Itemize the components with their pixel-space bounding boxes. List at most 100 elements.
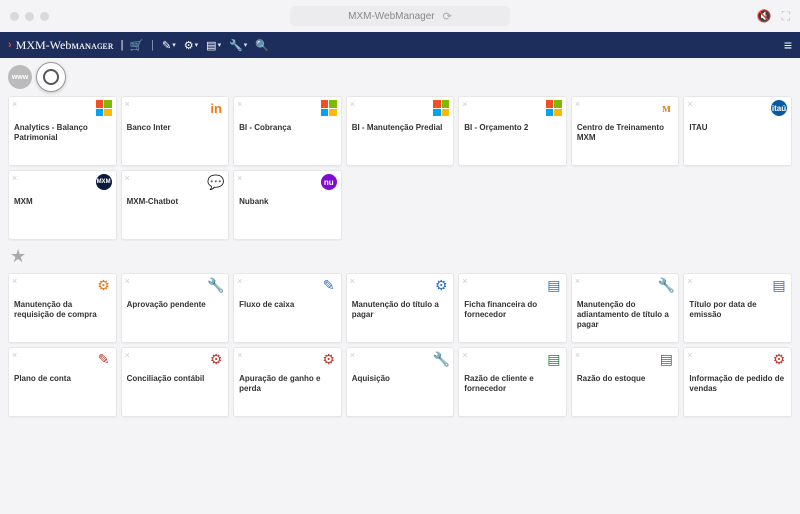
- tile-label: Manutenção do adiantamento de título a p…: [577, 300, 674, 330]
- cart-icon[interactable]: 🛒: [129, 39, 143, 52]
- gear-icon: ⚙: [95, 276, 113, 294]
- tile-row4-6[interactable]: × ⚙ Informação de pedido de vendas: [683, 347, 792, 417]
- tile-label: Razão de cliente e fornecedor: [464, 374, 561, 394]
- tile-label: Centro de Treinamento MXM: [577, 123, 674, 143]
- tile-row1-6[interactable]: ×itaúITAU: [683, 96, 792, 166]
- tile-label: MXM: [14, 197, 111, 207]
- close-icon[interactable]: ×: [125, 350, 130, 360]
- tile-row3-0[interactable]: ×⚙Manutenção da requisição de compra: [8, 273, 117, 343]
- chat-icon: 💬: [207, 173, 225, 191]
- inter-icon: in: [207, 99, 225, 117]
- moodle-icon: ᴍ: [657, 99, 675, 117]
- close-icon[interactable]: ×: [462, 350, 467, 360]
- gear-icon: ⚙: [770, 350, 788, 368]
- close-icon[interactable]: ×: [687, 350, 692, 360]
- tile-label: Aquisição: [352, 374, 449, 384]
- close-icon[interactable]: ×: [12, 173, 17, 183]
- tile-label: Plano de conta: [14, 374, 111, 384]
- pencil-icon: ✎: [95, 350, 113, 368]
- close-icon[interactable]: ×: [125, 99, 130, 109]
- tile-row2-2[interactable]: ×nuNubank: [233, 170, 342, 240]
- close-icon[interactable]: ×: [237, 99, 242, 109]
- tile-row1-1[interactable]: × in Banco Inter: [121, 96, 230, 166]
- close-icon[interactable]: ×: [575, 350, 580, 360]
- document-icon[interactable]: ▤: [206, 39, 221, 52]
- app-navbar: › MXM-Webᴍᴀɴᴀɢᴇʀ | 🛒| ✎ ⚙ ▤ 🔧 🔍 ≡: [0, 32, 800, 58]
- mxm-icon: MXM: [95, 173, 113, 191]
- search-icon[interactable]: 🔍: [255, 39, 269, 52]
- tile-row3-3[interactable]: ×⚙Manutenção do título a pagar: [346, 273, 455, 343]
- tile-label: Informação de pedido de vendas: [689, 374, 786, 394]
- close-icon[interactable]: ×: [687, 99, 692, 109]
- close-icon[interactable]: ×: [125, 276, 130, 286]
- close-icon[interactable]: ×: [575, 276, 580, 286]
- tile-row3-2[interactable]: ×✎Fluxo de caixa: [233, 273, 342, 343]
- tile-label: BI - Manutenção Predial: [352, 123, 449, 133]
- tile-row3-1[interactable]: × 🔧 Aprovação pendente: [121, 273, 230, 343]
- wrench-icon: 🔧: [432, 350, 450, 368]
- close-icon[interactable]: ×: [687, 276, 692, 286]
- tile-row4-1[interactable]: ×⚙Conciliação contábil: [121, 347, 230, 417]
- window-controls[interactable]: [10, 12, 49, 21]
- wrench-icon: 🔧: [657, 276, 675, 294]
- tile-row3-5[interactable]: × 🔧 Manutenção do adiantamento de título a…: [571, 273, 680, 343]
- tile-row3-6[interactable]: ×▤Título por data de emissão: [683, 273, 792, 343]
- tools-icon[interactable]: 🔧: [229, 39, 247, 52]
- tile-row4-2[interactable]: × ⚙ Apuração de ganho e perda: [233, 347, 342, 417]
- itau-icon: itaú: [770, 99, 788, 117]
- reload-icon[interactable]: ⟳: [443, 10, 452, 23]
- tile-label: Fluxo de caixa: [239, 300, 336, 310]
- tile-label: Aprovação pendente: [127, 300, 224, 310]
- tile-row2-0[interactable]: × MXM MXM: [8, 170, 117, 240]
- tile-label: BI - Cobrança: [239, 123, 336, 133]
- settings-icon[interactable]: ⚙: [184, 39, 198, 52]
- tile-row1-4[interactable]: × BI - Orçamento 2: [458, 96, 567, 166]
- close-icon[interactable]: ×: [350, 99, 355, 109]
- tile-label: Título por data de emissão: [689, 300, 786, 320]
- address-title: MXM-WebManager: [348, 11, 435, 22]
- close-icon[interactable]: ×: [12, 276, 17, 286]
- close-icon[interactable]: ×: [125, 173, 130, 183]
- close-icon[interactable]: ×: [350, 276, 355, 286]
- tile-row4-0[interactable]: × ✎ Plano de conta: [8, 347, 117, 417]
- brand-name: MXM-Webᴍᴀɴᴀɢᴇʀ: [16, 38, 114, 53]
- tile-label: Apuração de ganho e perda: [239, 374, 336, 394]
- close-icon[interactable]: ×: [237, 276, 242, 286]
- edit-icon[interactable]: ✎: [162, 39, 176, 52]
- tile-label: BI - Orçamento 2: [464, 123, 561, 133]
- close-icon[interactable]: ×: [237, 173, 242, 183]
- close-icon[interactable]: ×: [350, 350, 355, 360]
- gear-icon: ⚙: [320, 350, 338, 368]
- close-icon[interactable]: ×: [12, 350, 17, 360]
- nubank-icon: nu: [320, 173, 338, 191]
- expand-icon[interactable]: ⛶: [782, 9, 790, 24]
- tiles-row-2: ×MXMMXM×💬MXM-Chatbot×nuNubank: [0, 170, 800, 240]
- close-icon[interactable]: ×: [237, 350, 242, 360]
- close-icon[interactable]: ×: [462, 99, 467, 109]
- nav-toolbar: 🛒| ✎ ⚙ ▤ 🔧 🔍: [129, 39, 269, 52]
- tile-row1-2[interactable]: × BI - Cobrança: [233, 96, 342, 166]
- microsoft-icon: [320, 99, 338, 117]
- tile-row1-3[interactable]: × BI - Manutenção Predial: [346, 96, 455, 166]
- tile-label: Analytics - Balanço Patrimonial: [14, 123, 111, 143]
- address-bar[interactable]: MXM-WebManager ⟳: [290, 6, 510, 26]
- gear-icon: ⚙: [207, 350, 225, 368]
- close-icon[interactable]: ×: [12, 99, 17, 109]
- tile-row4-4[interactable]: ×▤Razão de cliente e fornecedor: [458, 347, 567, 417]
- mute-icon[interactable]: 🔇: [757, 9, 772, 24]
- tile-row4-5[interactable]: ×▤Razão do estoque: [571, 347, 680, 417]
- sub-toolbar: www: [0, 58, 800, 96]
- close-icon[interactable]: ×: [462, 276, 467, 286]
- tile-row4-3[interactable]: × 🔧 Aquisição: [346, 347, 455, 417]
- tile-row3-4[interactable]: ×▤Ficha financeira do fornecedor: [458, 273, 567, 343]
- tile-row1-5[interactable]: × ᴍ Centro de Treinamento MXM: [571, 96, 680, 166]
- close-icon[interactable]: ×: [575, 99, 580, 109]
- menu-icon[interactable]: ≡: [784, 37, 792, 53]
- tile-row2-1[interactable]: ×💬MXM-Chatbot: [121, 170, 230, 240]
- www-icon: www: [8, 65, 32, 89]
- tiles-row-4: ×✎Plano de conta×⚙Conciliação contábil×⚙…: [0, 347, 800, 417]
- circle-button[interactable]: [36, 62, 66, 92]
- tile-label: Banco Inter: [127, 123, 224, 133]
- tile-row1-0[interactable]: × Analytics - Balanço Patrimonial: [8, 96, 117, 166]
- wrench-icon: 🔧: [207, 276, 225, 294]
